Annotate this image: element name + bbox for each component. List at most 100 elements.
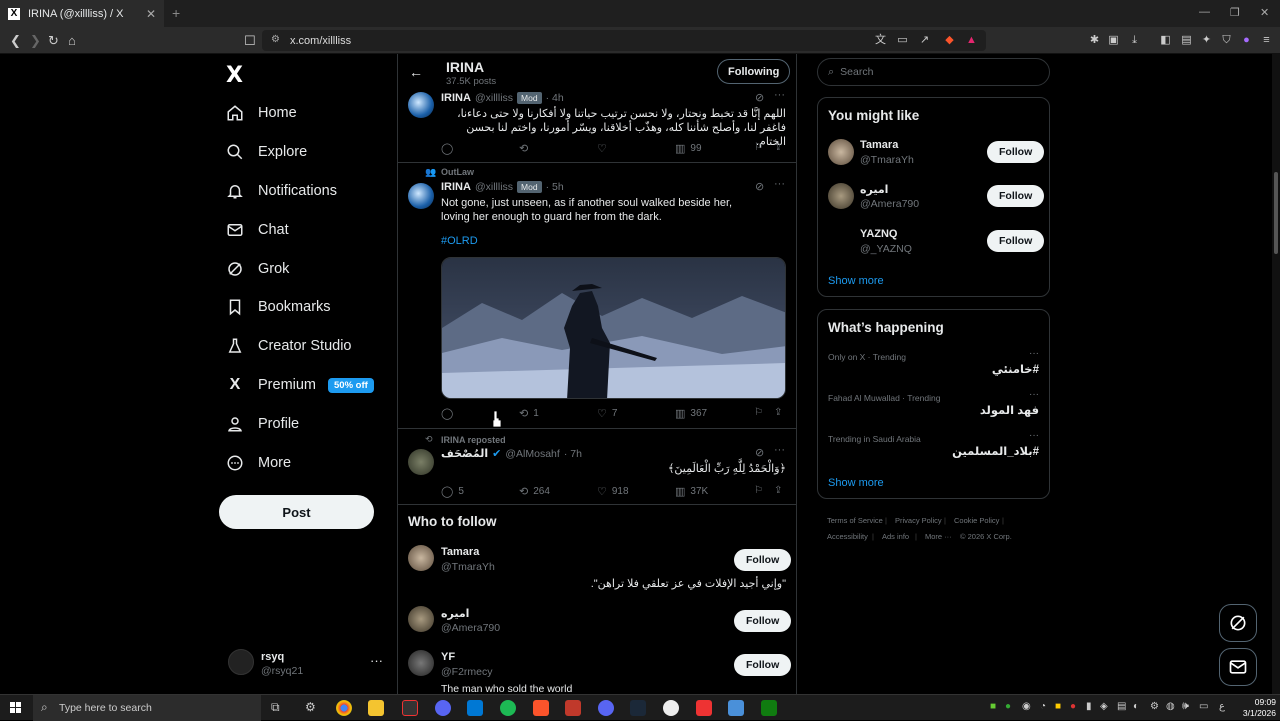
- views-button[interactable]: ▥ 37K: [675, 485, 708, 498]
- discord-app-icon[interactable]: [435, 700, 451, 716]
- like-button[interactable]: ♡: [597, 142, 612, 155]
- more-icon[interactable]: ···: [1029, 348, 1039, 359]
- tray-icon[interactable]: ◍: [1166, 701, 1175, 712]
- cast-icon[interactable]: ▭: [896, 34, 909, 47]
- follow-button[interactable]: Follow: [734, 654, 792, 676]
- more-icon[interactable]: ···: [774, 444, 785, 456]
- reload-icon[interactable]: ↻: [48, 33, 59, 49]
- scrollbar-thumb[interactable]: [1274, 172, 1278, 254]
- follow-button[interactable]: Follow: [734, 610, 792, 632]
- store-app-icon[interactable]: [467, 700, 483, 716]
- tweet-image[interactable]: [441, 257, 786, 399]
- footer-link[interactable]: More ···: [925, 532, 952, 541]
- tweet[interactable]: IRINA @xillliss Mod · 4h ⊘ ··· اللهم إنَ…: [398, 86, 796, 162]
- brave-rewards-icon[interactable]: ▲: [965, 34, 978, 47]
- user-handle[interactable]: @_YAZNQ: [860, 243, 912, 255]
- x-logo-icon[interactable]: X: [226, 63, 243, 88]
- nav-item-home[interactable]: Home: [226, 98, 297, 128]
- xbox-app-icon[interactable]: [761, 700, 777, 716]
- bookmark-icon[interactable]: ⚐: [754, 142, 763, 153]
- restore-icon[interactable]: ❐: [1230, 6, 1240, 19]
- footer-link[interactable]: Cookie Policy: [954, 516, 999, 525]
- wallet-icon[interactable]: ▤: [1180, 34, 1193, 47]
- grok-icon[interactable]: ⊘: [755, 446, 764, 459]
- bookmark-page-icon[interactable]: ☐: [244, 33, 256, 49]
- steam-app-icon[interactable]: [630, 700, 646, 716]
- bookmark-icon[interactable]: ⚐: [754, 407, 763, 418]
- input-language[interactable]: ع: [1219, 701, 1225, 712]
- follow-suggestion[interactable]: YF @F2rmecy Follow The man who sold the …: [398, 648, 796, 694]
- footer-link[interactable]: Terms of Service: [827, 516, 883, 525]
- translate-icon[interactable]: 文: [874, 34, 887, 47]
- more-icon[interactable]: ···: [774, 89, 785, 101]
- user-name[interactable]: اميره: [441, 607, 469, 620]
- user-handle[interactable]: @F2rmecy: [441, 666, 493, 678]
- active-app-icon[interactable]: [402, 700, 418, 716]
- chrome-app-icon[interactable]: [336, 700, 352, 716]
- tray-icon[interactable]: ◐: [1133, 701, 1139, 712]
- tray-icon[interactable]: ◉: [1022, 701, 1031, 712]
- user-name[interactable]: YAZNQ: [860, 228, 898, 240]
- tweet-time[interactable]: · 4h: [546, 92, 564, 104]
- more-icon[interactable]: ···: [774, 178, 785, 190]
- tweet[interactable]: ⟲ IRINA reposted المُصْحَف ✔ @AlMosahf ·…: [398, 429, 796, 504]
- forward-icon[interactable]: ❯: [30, 33, 41, 49]
- system-clock[interactable]: 09:09 3/1/2026: [1236, 697, 1276, 719]
- follow-suggestion[interactable]: Tamara @TmaraYh Follow "وإني أجيد الإفلا…: [398, 541, 796, 599]
- share-icon[interactable]: ⇪: [774, 142, 782, 153]
- like-button[interactable]: ♡ 7: [597, 407, 617, 420]
- following-button[interactable]: Following: [717, 59, 791, 84]
- repost-button[interactable]: ⟲ 264: [519, 485, 550, 498]
- display-icon[interactable]: ▭: [1199, 701, 1208, 712]
- messages-fab-button[interactable]: [1219, 648, 1257, 686]
- like-button[interactable]: ♡ 918: [597, 485, 629, 498]
- brave-shield-icon[interactable]: ◆: [943, 34, 956, 47]
- follow-button[interactable]: Follow: [987, 141, 1045, 163]
- views-button[interactable]: ▥ 367: [675, 407, 707, 420]
- screenshot-icon[interactable]: ▣: [1107, 34, 1120, 47]
- app-icon[interactable]: [728, 700, 744, 716]
- share-icon[interactable]: ↗: [918, 34, 931, 47]
- tray-icon[interactable]: ■: [1055, 701, 1061, 712]
- nav-item-grok[interactable]: Grok: [226, 254, 289, 284]
- user-handle[interactable]: @Amera790: [860, 198, 919, 210]
- tray-icon[interactable]: ■: [990, 701, 996, 712]
- app-icon[interactable]: [565, 700, 581, 716]
- repost-button[interactable]: ⟲: [519, 142, 533, 155]
- settings-gear-icon[interactable]: ⚙: [305, 700, 316, 714]
- author-handle[interactable]: @xillliss: [475, 92, 513, 104]
- user-handle[interactable]: @Amera790: [441, 622, 500, 634]
- bookmark-icon[interactable]: ⚐: [754, 485, 763, 496]
- nav-item-explore[interactable]: Explore: [226, 137, 307, 167]
- author-name[interactable]: IRINA: [441, 92, 471, 104]
- user-name[interactable]: اميره: [860, 183, 888, 196]
- taskbar-search-input[interactable]: ⌕ Type here to search: [33, 695, 261, 721]
- trend-item[interactable]: Trending in Saudi Arabia ··· #بلاد_المسل…: [818, 430, 1049, 468]
- trend-item[interactable]: Fahad Al Muwallad · Trending ··· فهد الم…: [818, 389, 1049, 427]
- grok-fab-button[interactable]: [1219, 604, 1257, 642]
- brave-app-icon[interactable]: [533, 700, 549, 716]
- author-name[interactable]: IRINA: [441, 181, 471, 193]
- tray-icon[interactable]: ◈: [1100, 701, 1108, 712]
- vpn-icon[interactable]: ⛉: [1220, 34, 1233, 47]
- follow-button[interactable]: Follow: [734, 549, 792, 571]
- nav-item-profile[interactable]: Profile: [226, 409, 299, 439]
- tray-icon[interactable]: ◔: [1040, 701, 1046, 712]
- reposted-by-label[interactable]: IRINA reposted: [441, 435, 506, 445]
- reply-button[interactable]: ◯: [441, 142, 458, 155]
- user-handle[interactable]: @TmaraYh: [860, 154, 914, 166]
- follow-button[interactable]: Follow: [987, 185, 1045, 207]
- task-view-icon[interactable]: ⧉: [271, 700, 280, 715]
- trend-item[interactable]: Only on X · Trending ··· #خامنئي: [818, 348, 1049, 386]
- nav-item-chat[interactable]: Chat: [226, 215, 289, 245]
- file-explorer-icon[interactable]: [368, 700, 384, 716]
- grok-icon[interactable]: ⊘: [755, 91, 764, 104]
- profile-icon[interactable]: ●: [1240, 34, 1253, 47]
- app-icon[interactable]: [696, 700, 712, 716]
- nav-item-more[interactable]: More: [226, 448, 291, 478]
- views-button[interactable]: ▥ 99: [675, 142, 702, 155]
- search-input[interactable]: ⌕ Search: [817, 58, 1050, 86]
- hashtag-link[interactable]: #OLRD: [441, 235, 478, 247]
- community-name[interactable]: OutLaw: [441, 167, 474, 177]
- account-switcher[interactable]: rsyq @rsyq21 ···: [228, 649, 388, 679]
